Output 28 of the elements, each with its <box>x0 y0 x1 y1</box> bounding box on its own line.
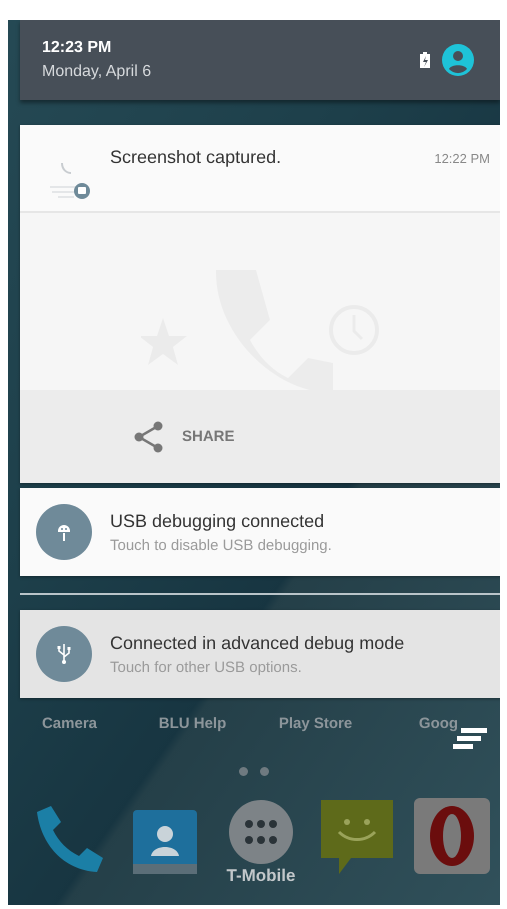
notification-text: Touch for other USB options. <box>110 658 303 676</box>
app-label[interactable]: BLU Help <box>158 715 226 732</box>
app-label[interactable]: Goog <box>418 715 458 732</box>
contacts-icon[interactable] <box>133 810 198 874</box>
notification-card[interactable]: USB debugging connected Touch to disable USB debugging. <box>20 488 500 576</box>
android-icon <box>56 522 72 542</box>
share-icon <box>134 420 164 452</box>
notification-title: USB debugging connected <box>110 510 326 532</box>
notification-title: Screenshot captured. <box>110 147 282 168</box>
notification-time: 12:22 PM <box>434 151 490 166</box>
page-indicator-dot <box>239 767 248 776</box>
battery-charging-icon[interactable] <box>420 52 430 68</box>
clock-time: 12:23 PM <box>42 39 112 57</box>
notification-title: Connected in advanced debug mode <box>110 632 404 654</box>
messaging-icon[interactable] <box>320 800 393 874</box>
user-avatar-icon[interactable] <box>442 44 474 76</box>
page-indicator-dot <box>260 767 269 776</box>
app-label[interactable]: Camera <box>42 715 98 732</box>
app-label[interactable]: Play Store <box>278 715 352 732</box>
notification-card[interactable]: Connected in advanced debug mode Touch for other USB options. <box>20 610 500 698</box>
app-label[interactable]: T-Mobile <box>226 866 296 886</box>
usb-icon <box>57 643 71 665</box>
notification-text: Touch to disable USB debugging. <box>110 536 332 554</box>
date-text: Monday, April 6 <box>42 63 152 81</box>
notification-card[interactable]: Screenshot captured. 12:22 PM SHARE <box>20 125 500 483</box>
app-drawer-icon[interactable] <box>228 800 293 864</box>
share-button[interactable]: SHARE <box>130 416 239 456</box>
browser-icon[interactable] <box>414 798 490 874</box>
